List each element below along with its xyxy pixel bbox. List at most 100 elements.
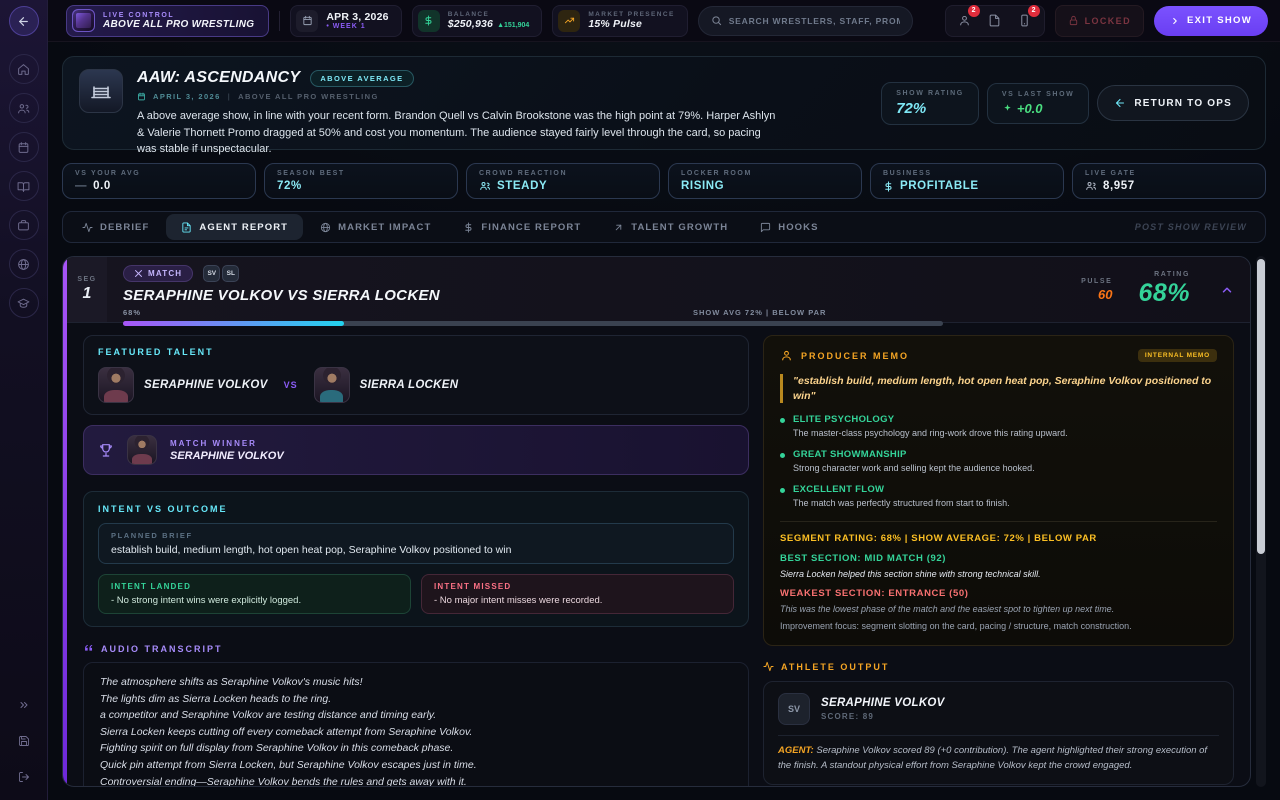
arrow-up-right-icon bbox=[613, 222, 624, 233]
roster-alerts-button[interactable]: 2 bbox=[952, 8, 978, 34]
tab-label: AGENT REPORT bbox=[199, 222, 288, 233]
stat-label: BUSINESS bbox=[883, 170, 1051, 177]
expand-sidebar-button[interactable] bbox=[13, 694, 35, 716]
sidebar-item-booking[interactable] bbox=[9, 171, 39, 201]
rating-label: RATING bbox=[1138, 271, 1190, 278]
seg-label: SEG bbox=[77, 276, 96, 283]
producer-memo-card: PRODUCER MEMO INTERNAL MEMO "establish b… bbox=[763, 335, 1234, 646]
show-date: APRIL 3, 2026 bbox=[153, 92, 221, 101]
user-icon bbox=[958, 14, 971, 27]
sidebar-item-training[interactable] bbox=[9, 288, 39, 318]
show-rating-label: SHOW RATING bbox=[896, 90, 964, 97]
scrollbar[interactable] bbox=[1256, 256, 1266, 787]
tab-market-impact[interactable]: MARKET IMPACT bbox=[305, 214, 446, 240]
tab-finance-report[interactable]: FINANCE REPORT bbox=[448, 214, 596, 240]
back-button[interactable] bbox=[9, 6, 39, 36]
intent-landed-label: INTENT LANDED bbox=[111, 582, 398, 591]
main-content: AAW: ASCENDANCY ABOVE AVERAGE APRIL 3, 2… bbox=[48, 42, 1280, 800]
sidebar-nav bbox=[9, 54, 39, 318]
audio-transcript-section: AUDIO TRANSCRIPT The atmosphere shifts a… bbox=[83, 643, 749, 787]
stat-value: PROFITABLE bbox=[900, 180, 979, 192]
swords-icon bbox=[134, 269, 143, 278]
tab-agent-report[interactable]: AGENT REPORT bbox=[166, 214, 303, 240]
segment-header: SEG 1 MATCH SV SL bbox=[63, 257, 1250, 323]
lock-icon bbox=[1068, 15, 1079, 26]
stat-business: BUSINESS PROFITABLE bbox=[870, 163, 1064, 199]
segment-avg-note: SHOW AVG 72% | BELOW PAR bbox=[693, 308, 826, 317]
sidebar-item-home[interactable] bbox=[9, 54, 39, 84]
sidebar-item-calendar[interactable] bbox=[9, 132, 39, 162]
tab-label: HOOKS bbox=[778, 222, 818, 233]
show-rating-value: 72% bbox=[896, 100, 964, 117]
show-rating-chip: SHOW RATING 72% bbox=[881, 82, 979, 125]
tab-hooks[interactable]: HOOKS bbox=[745, 214, 833, 240]
scrollbar-thumb[interactable] bbox=[1257, 259, 1265, 554]
balance-chip: BALANCE $250,936 ▲151,904 bbox=[412, 5, 543, 37]
pulse-label: PULSE bbox=[1081, 278, 1112, 285]
memo-highlight: EXCELLENT FLOW The match was perfectly s… bbox=[780, 484, 1217, 508]
search-bar[interactable] bbox=[698, 6, 913, 36]
match-winner-name: SERAPHINE VOLKOV bbox=[170, 450, 284, 462]
return-to-ops-button[interactable]: RETURN TO OPS bbox=[1097, 85, 1249, 121]
segment-title: SERAPHINE VOLKOV VS SIERRA LOCKEN bbox=[123, 287, 1081, 304]
save-button[interactable] bbox=[13, 730, 35, 752]
athlete-output-title: ATHLETE OUTPUT bbox=[781, 662, 889, 672]
dollar-icon bbox=[463, 222, 474, 233]
match-winner-banner: MATCH WINNER SERAPHINE VOLKOV bbox=[83, 425, 749, 475]
participant-chips: SV SL bbox=[203, 265, 239, 282]
stat-live-gate: LIVE GATE 8,957 bbox=[1072, 163, 1266, 199]
chevron-up-icon bbox=[1220, 283, 1234, 297]
transcript-line: a competitor and Seraphine Volkov are te… bbox=[100, 709, 732, 722]
calendar-icon bbox=[296, 10, 318, 32]
topbar-actions: 2 2 LOCKED EXIT SHOW bbox=[945, 5, 1268, 37]
stat-crowd-reaction: CROWD REACTION STEADY bbox=[466, 163, 660, 199]
messages-button[interactable]: 2 bbox=[1012, 8, 1038, 34]
pulse-value: 60 bbox=[1081, 287, 1112, 302]
sidebar-item-business[interactable] bbox=[9, 210, 39, 240]
stat-label: VS YOUR AVG bbox=[75, 170, 243, 177]
athlete-output-section: ATHLETE OUTPUT SV SERAPHINE VOLKOV SCORE… bbox=[763, 661, 1234, 787]
activity-icon bbox=[763, 661, 774, 672]
arrow-left-icon bbox=[17, 15, 30, 28]
sidebar-item-world[interactable] bbox=[9, 249, 39, 279]
tab-label: TALENT GROWTH bbox=[631, 222, 728, 233]
notification-badge: 2 bbox=[1028, 5, 1040, 17]
transcript-line: The atmosphere shifts as Seraphine Volko… bbox=[100, 676, 732, 689]
intent-missed-box: INTENT MISSED - No major intent misses w… bbox=[421, 574, 734, 614]
stat-label: LIVE GATE bbox=[1085, 170, 1253, 177]
chevron-right-icon bbox=[1170, 16, 1180, 26]
tab-debrief[interactable]: DEBRIEF bbox=[67, 214, 164, 240]
balance-delta: ▲151,904 bbox=[497, 22, 529, 29]
segment-pct-label: 68% bbox=[123, 308, 141, 317]
best-section-note: Sierra Locken helped this section shine … bbox=[780, 569, 1217, 579]
arrow-left-icon bbox=[1114, 97, 1126, 109]
collapse-segment-button[interactable] bbox=[1220, 283, 1234, 297]
search-input[interactable] bbox=[729, 16, 900, 26]
date-chip: APR 3, 2026 • WEEK 1 bbox=[290, 5, 401, 37]
brand-name: ABOVE ALL PRO WRESTLING bbox=[103, 19, 254, 30]
planned-brief-label: PLANNED BRIEF bbox=[111, 531, 721, 540]
documents-button[interactable] bbox=[982, 8, 1008, 34]
featured-talent-card: FEATURED TALENT SERAPHINE VOLKOV VS SIER… bbox=[83, 335, 749, 415]
exit-show-button[interactable]: EXIT SHOW bbox=[1154, 6, 1268, 36]
sidebar-item-roster[interactable] bbox=[9, 93, 39, 123]
highlight-title: ELITE PSYCHOLOGY bbox=[793, 414, 1068, 425]
sidebar bbox=[0, 0, 48, 800]
app-window: LIVE CONTROL ABOVE ALL PRO WRESTLING APR… bbox=[0, 0, 1280, 800]
week-value: • WEEK 1 bbox=[326, 23, 388, 30]
logout-button[interactable] bbox=[13, 766, 35, 788]
transcript-line: Controversial ending—Seraphine Volkov be… bbox=[100, 776, 732, 787]
divider bbox=[780, 521, 1217, 522]
phone-icon bbox=[1018, 14, 1031, 27]
talent-name: SIERRA LOCKEN bbox=[360, 379, 459, 391]
segment-accent-bar bbox=[63, 257, 67, 786]
market-label: MARKET PRESENCE bbox=[588, 11, 674, 18]
stat-locker-room: LOCKER ROOM RISING bbox=[668, 163, 862, 199]
bullet-dot bbox=[780, 488, 785, 493]
tab-talent-growth[interactable]: TALENT GROWTH bbox=[598, 214, 743, 240]
dollar-icon bbox=[883, 181, 894, 192]
transcript-line: The lights dim as Sierra Locken heads to… bbox=[100, 693, 732, 706]
segment-number-box: SEG 1 bbox=[67, 257, 107, 322]
stat-vs-your-avg: VS YOUR AVG —0.0 bbox=[62, 163, 256, 199]
brand-chip[interactable]: LIVE CONTROL ABOVE ALL PRO WRESTLING bbox=[66, 5, 269, 37]
